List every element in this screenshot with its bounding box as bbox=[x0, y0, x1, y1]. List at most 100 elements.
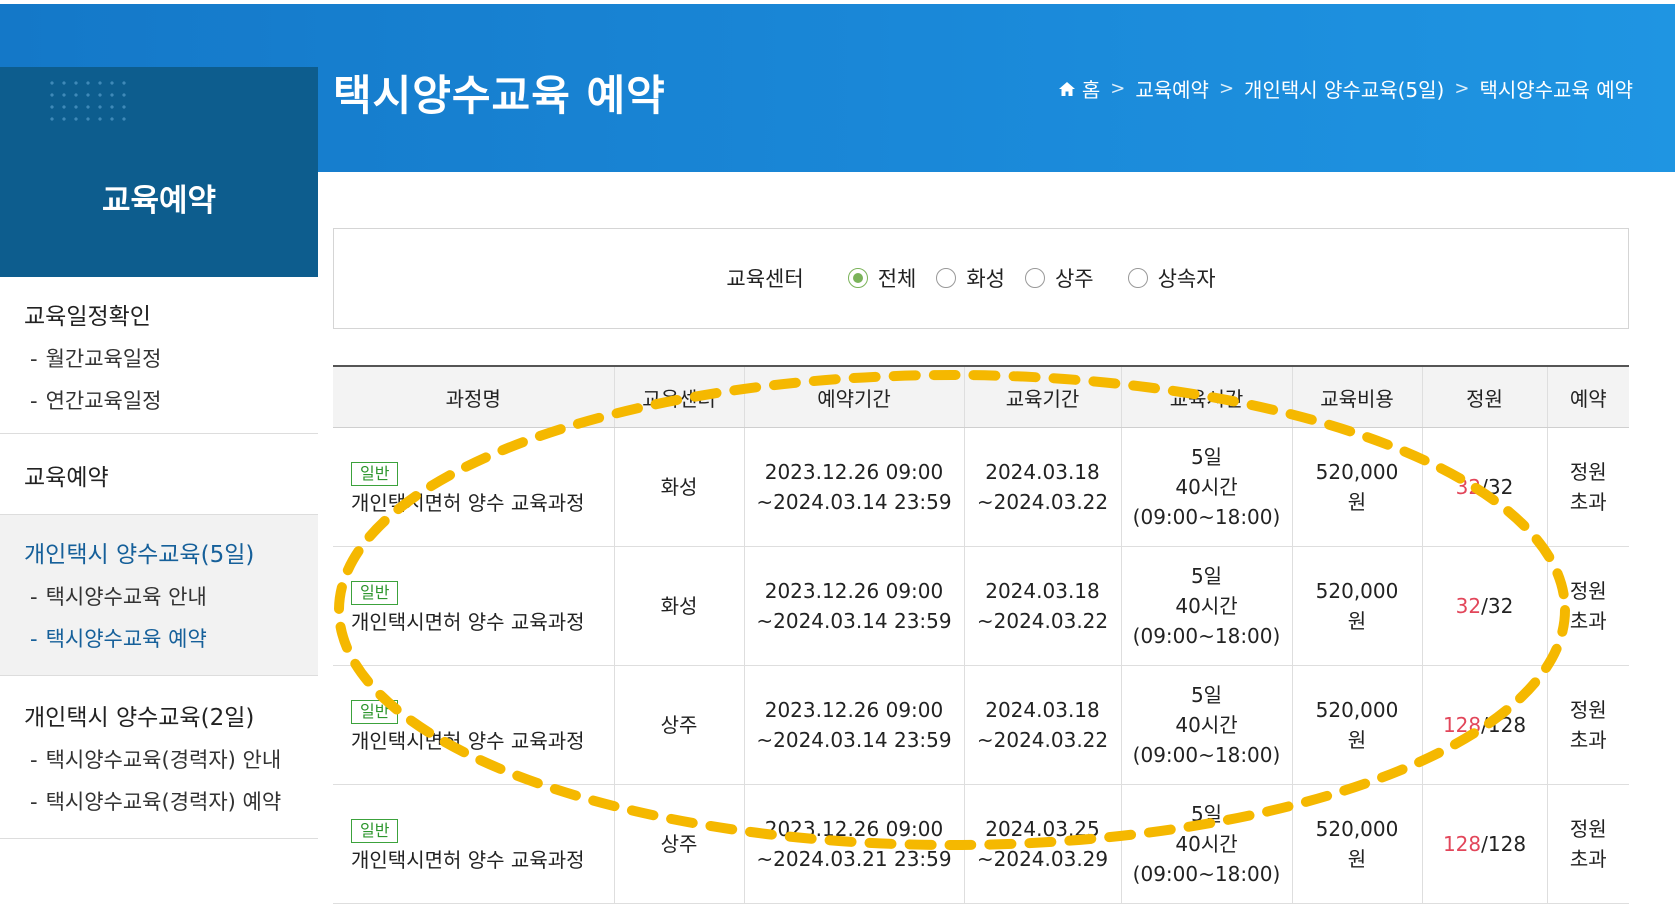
reserve-status-cell: 정원 초과 bbox=[1546, 546, 1629, 666]
edu-time: (09:00~18:00) bbox=[1132, 624, 1281, 648]
course-table: 과정명 교육센터 예약기간 교육기간 교육시간 교육비용 정원 예약 일반 개인택… bbox=[333, 365, 1629, 904]
edu-start: 2024.03.18 bbox=[985, 698, 1100, 722]
dash-marker: - bbox=[30, 627, 38, 651]
edu-period-cell: 2024.03.18 ~2024.03.22 bbox=[963, 665, 1121, 785]
breadcrumb-separator: > bbox=[1454, 78, 1470, 99]
general-badge: 일반 bbox=[351, 818, 399, 843]
course-name: 개인택시면허 양수 교육과정 bbox=[351, 728, 585, 753]
edu-hours: 40시간 bbox=[1175, 832, 1238, 856]
reserve-end: ~2024.03.14 23:59 bbox=[756, 490, 952, 514]
radio-label: 상주 bbox=[1054, 267, 1094, 291]
dash-marker: - bbox=[30, 585, 38, 609]
status-text: 초과 bbox=[1569, 490, 1607, 514]
sidebar-item-label: 월간교육일정 bbox=[45, 347, 162, 371]
breadcrumb-item[interactable]: 교육예약 bbox=[1135, 74, 1209, 103]
status-text: 정원 bbox=[1569, 698, 1607, 722]
radio-hwaseong[interactable]: 화성 bbox=[936, 263, 1005, 293]
header-capacity: 정원 bbox=[1421, 365, 1547, 428]
sidebar-group-title[interactable]: 개인택시 양수교육(5일) bbox=[0, 535, 318, 569]
sidebar-item-label: 택시양수교육 예약 bbox=[45, 627, 207, 651]
center-cell: 화성 bbox=[613, 427, 744, 547]
reserve-status-cell: 정원초과 bbox=[1546, 665, 1629, 785]
course-cell: 일반 개인택시면허 양수 교육과정 bbox=[333, 427, 614, 547]
capacity-total: /32 bbox=[1481, 594, 1514, 618]
radio-all[interactable]: 전체 bbox=[847, 263, 916, 293]
edu-end: ~2024.03.22 bbox=[976, 609, 1109, 633]
table-row: 일반 개인택시면허 양수 교육과정 상주 2023.12.26 09:00 ~202… bbox=[333, 665, 1629, 785]
radio-unchecked-icon bbox=[936, 268, 957, 288]
edu-days: 5일 bbox=[1190, 683, 1223, 707]
capacity-used: 128 bbox=[1442, 713, 1482, 737]
header-course-name: 과정명 bbox=[333, 365, 614, 428]
dot-pattern-decoration bbox=[46, 77, 126, 127]
breadcrumb-item[interactable]: 개인택시 양수교육(5일) bbox=[1244, 74, 1444, 103]
edu-period-cell: 2024.03.18 ~2024.03.22 bbox=[963, 546, 1121, 666]
course-name: 개인택시면허 양수 교육과정 bbox=[351, 609, 585, 634]
edu-period-cell: 2024.03.18 ~2024.03.22 bbox=[963, 427, 1121, 547]
filter-label: 교육센터 bbox=[726, 267, 804, 291]
sidebar-item-2day-reservation[interactable]: - 택시양수교육(경력자) 예약 bbox=[0, 786, 318, 816]
sidebar-item-5day-info[interactable]: - 택시양수교육 안내 bbox=[0, 581, 318, 611]
edu-time: (09:00~18:00) bbox=[1132, 505, 1281, 529]
cost-unit: 원 bbox=[1347, 847, 1367, 871]
center-cell: 화성 bbox=[613, 546, 744, 666]
status-text: 초과 bbox=[1569, 728, 1607, 752]
radio-inheritor[interactable]: 상속자 bbox=[1127, 263, 1216, 293]
sidebar-group-title[interactable]: 교육예약 bbox=[0, 458, 318, 492]
cost-cell: 520,000 원 bbox=[1291, 427, 1422, 547]
radio-checked-icon bbox=[847, 268, 868, 288]
cost-cell: 520,000 원 bbox=[1291, 784, 1422, 904]
sidebar-item-2day-info[interactable]: - 택시양수교육(경력자) 안내 bbox=[0, 744, 318, 774]
reserve-start: 2023.12.26 09:00 bbox=[764, 579, 944, 603]
general-badge: 일반 bbox=[351, 580, 399, 605]
capacity-total: /32 bbox=[1481, 475, 1514, 499]
edu-start: 2024.03.25 bbox=[985, 817, 1100, 841]
sidebar-item-monthly-schedule[interactable]: - 월간교육일정 bbox=[0, 343, 318, 373]
sidebar-group-2day: 개인택시 양수교육(2일) - 택시양수교육(경력자) 안내 - 택시양수교육(경력… bbox=[0, 676, 318, 839]
sidebar-item-5day-reservation[interactable]: - 택시양수교육 예약 bbox=[0, 623, 318, 653]
capacity-used: 128 bbox=[1442, 832, 1482, 856]
radio-unchecked-icon bbox=[1127, 268, 1148, 288]
radio-sangju[interactable]: 상주 bbox=[1024, 263, 1094, 293]
edu-end: ~2024.03.22 bbox=[976, 490, 1109, 514]
edu-time-cell: 5일 40시간 (09:00~18:00) bbox=[1120, 546, 1292, 666]
edu-days: 5일 bbox=[1190, 445, 1223, 469]
radio-label: 화성 bbox=[966, 267, 1005, 291]
status-text: 정원 bbox=[1569, 817, 1607, 841]
sidebar-group-title[interactable]: 교육일정확인 bbox=[0, 297, 318, 331]
center-filter-box: 교육센터 전체 화성 상주 상속자 bbox=[333, 228, 1629, 329]
breadcrumb-current[interactable]: 택시양수교육 예약 bbox=[1479, 74, 1633, 103]
radio-unchecked-icon bbox=[1024, 268, 1045, 288]
course-cell: 일반개인택시면허 양수 교육과정 bbox=[333, 546, 614, 666]
cost-unit: 원 bbox=[1347, 609, 1367, 633]
sidebar-item-yearly-schedule[interactable]: - 연간교육일정 bbox=[0, 385, 318, 415]
sidebar-group-title[interactable]: 개인택시 양수교육(2일) bbox=[0, 698, 318, 732]
status-text: 정원 bbox=[1569, 460, 1607, 484]
edu-time: (09:00~18:00) bbox=[1132, 743, 1281, 767]
status-text: 초과 bbox=[1569, 847, 1607, 871]
header-cost: 교육비용 bbox=[1291, 365, 1422, 428]
edu-hours: 40시간 bbox=[1175, 475, 1238, 499]
breadcrumb-separator: > bbox=[1110, 78, 1126, 99]
capacity-cell: 32/32 bbox=[1421, 546, 1547, 666]
sidebar-item-label: 택시양수교육(경력자) 예약 bbox=[45, 790, 282, 814]
reserve-start: 2023.12.26 09:00 bbox=[764, 817, 944, 841]
table-row: 일반개인택시면허 양수 교육과정 화성 2023.12.26 09:00 ~202… bbox=[333, 546, 1629, 666]
home-icon bbox=[1058, 81, 1075, 96]
header-reserve-period: 예약기간 bbox=[743, 365, 964, 428]
breadcrumb-home[interactable]: 홈 bbox=[1058, 74, 1100, 103]
page-title: 택시양수교육 예약 bbox=[333, 71, 666, 120]
header-center: 교육센터 bbox=[613, 365, 744, 428]
cost-value: 520,000 bbox=[1315, 460, 1399, 484]
edu-end: ~2024.03.22 bbox=[976, 728, 1109, 752]
capacity-cell: 128/128 bbox=[1421, 665, 1547, 785]
cost-value: 520,000 bbox=[1315, 579, 1399, 603]
cost-cell: 520,000 원 bbox=[1291, 665, 1422, 785]
capacity-total: /128 bbox=[1481, 832, 1527, 856]
breadcrumb-separator: > bbox=[1218, 78, 1235, 99]
reserve-start: 2023.12.26 09:00 bbox=[764, 698, 944, 722]
general-badge: 일반 bbox=[351, 699, 399, 724]
sidebar-menu: 교육일정확인 - 월간교육일정 - 연간교육일정 교육예약 개인택시 양수교육(5일… bbox=[0, 277, 318, 839]
header-edu-time: 교육시간 bbox=[1120, 365, 1292, 428]
capacity-cell: 128/128 bbox=[1421, 784, 1547, 904]
